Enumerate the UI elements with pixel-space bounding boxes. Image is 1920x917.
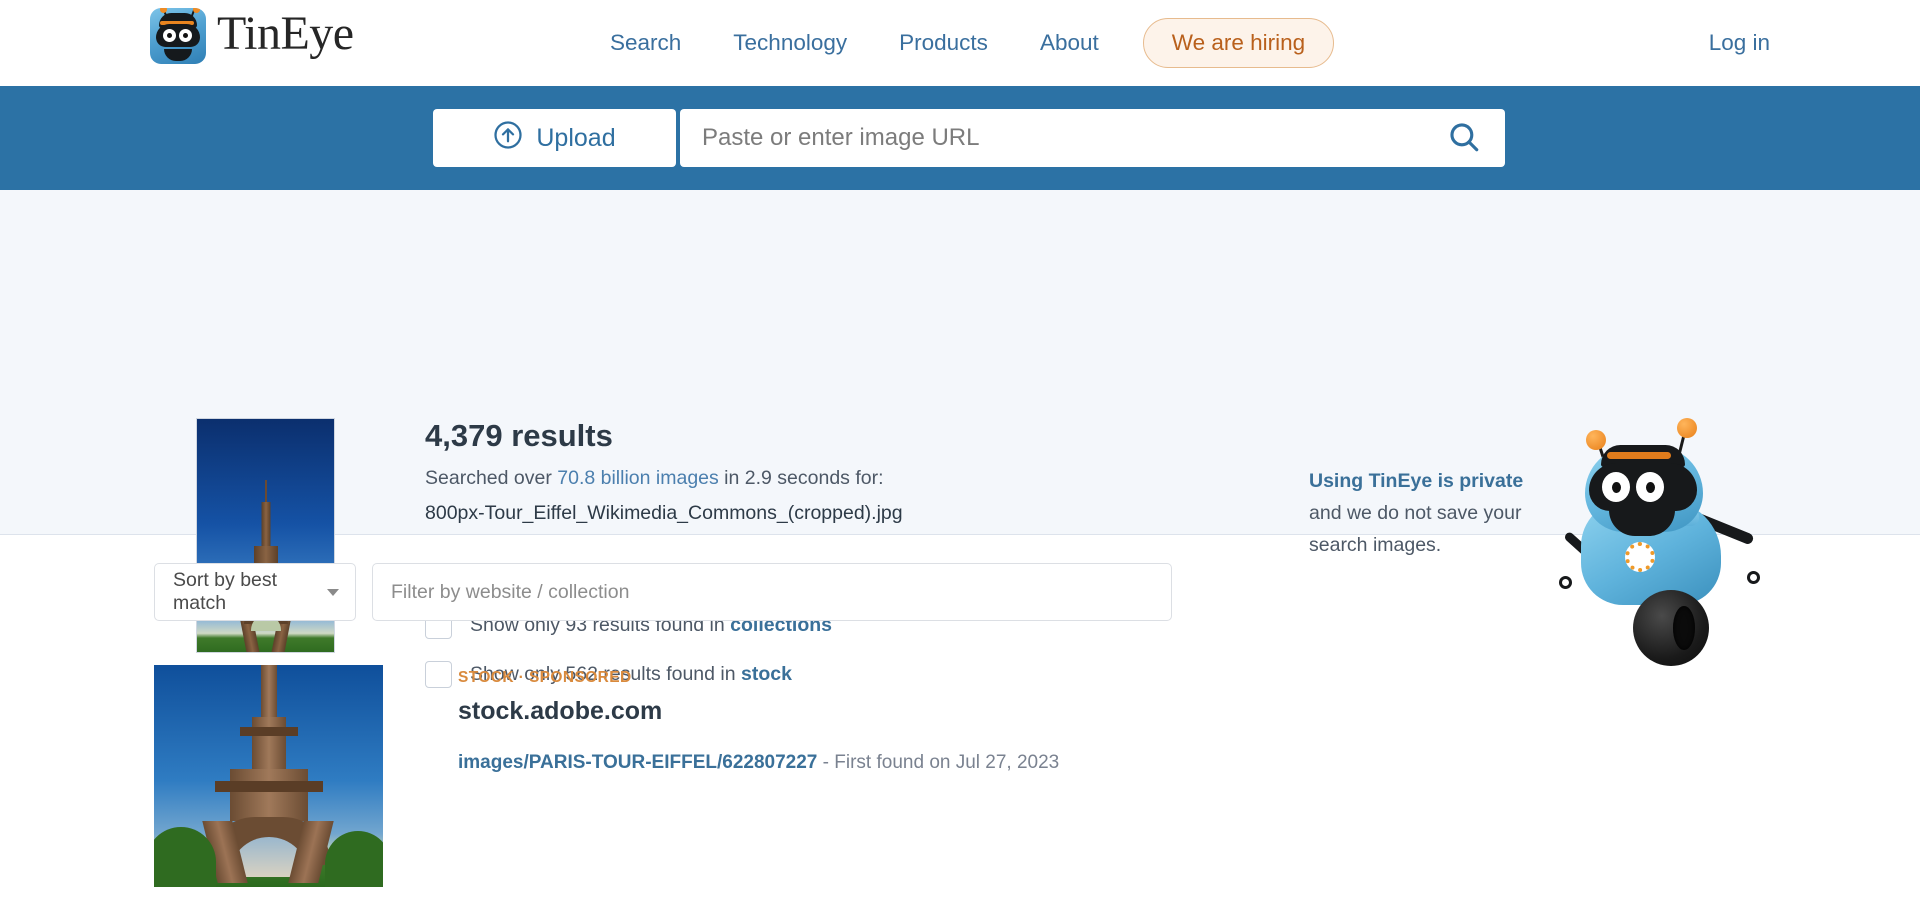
upload-button[interactable]: Upload [433, 109, 676, 167]
result-path-line: images/PARIS-TOUR-EIFFEL/622807227 - Fir… [458, 752, 1059, 774]
sort-dropdown[interactable]: Sort by best match [154, 563, 356, 621]
search-submit-button[interactable] [1443, 120, 1485, 157]
results-summary-panel: 4,379 results Searched over 70.8 billion… [0, 190, 1920, 535]
nav-item-technology[interactable]: Technology [707, 30, 873, 56]
search-stats: Searched over 70.8 billion images in 2.9… [425, 467, 884, 490]
result-row: STOCK · SPONSORED stock.adobe.com images… [154, 665, 1059, 887]
result-tag: STOCK · SPONSORED [458, 669, 1059, 687]
search-group: Upload [433, 109, 1505, 167]
index-size-link[interactable]: 70.8 billion images [557, 467, 719, 489]
result-found-date: - First found on Jul 27, 2023 [817, 752, 1059, 773]
searched-prefix: Searched over [425, 467, 557, 489]
tineye-robot-mascot-icon [1555, 418, 1790, 678]
privacy-link[interactable]: Using TinEye is private [1309, 470, 1523, 492]
result-site-name: stock.adobe.com [458, 697, 1059, 726]
url-input[interactable] [702, 124, 1443, 152]
site-header: TinEye Search Technology Products About … [0, 0, 1920, 86]
result-path-link[interactable]: images/PARIS-TOUR-EIFFEL/622807227 [458, 752, 817, 773]
query-filename: 800px-Tour_Eiffel_Wikimedia_Commons_(cro… [425, 502, 903, 525]
url-input-wrapper [680, 109, 1505, 167]
logo-wordmark: TinEye [217, 10, 354, 62]
tineye-logo[interactable]: TinEye [150, 8, 354, 64]
privacy-text: and we do not save your search images. [1309, 502, 1521, 556]
we-are-hiring-button[interactable]: We are hiring [1143, 18, 1334, 68]
login-link[interactable]: Log in [1709, 30, 1770, 56]
results-count: 4,379 results [425, 418, 613, 454]
privacy-note: Using TinEye is private and we do not sa… [1309, 465, 1549, 562]
chevron-down-icon [327, 589, 339, 596]
result-details: STOCK · SPONSORED stock.adobe.com images… [458, 665, 1059, 887]
upload-circle-arrow-icon [493, 120, 523, 157]
result-thumbnail[interactable] [154, 665, 383, 887]
results-toolbar: Sort by best match [154, 563, 1172, 621]
tineye-robot-logo-icon [150, 8, 206, 64]
nav-item-search[interactable]: Search [584, 30, 707, 56]
searched-suffix: in 2.9 seconds for: [719, 467, 884, 489]
sort-dropdown-value: Sort by best match [173, 569, 327, 615]
search-bar-band: Upload [0, 86, 1920, 190]
upload-button-label: Upload [536, 124, 615, 153]
search-icon [1447, 120, 1481, 157]
website-filter-input[interactable] [372, 563, 1172, 621]
nav-item-products[interactable]: Products [873, 30, 1014, 56]
main-navigation: Search Technology Products About We are … [584, 0, 1334, 86]
nav-item-about[interactable]: About [1014, 30, 1125, 56]
